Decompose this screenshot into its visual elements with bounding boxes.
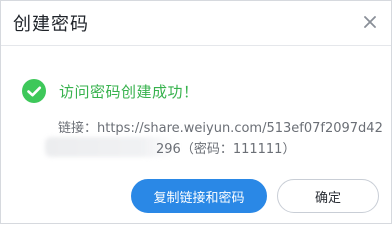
share-link-line2: 296（密码：111111） xyxy=(58,138,295,157)
create-password-dialog: 创建密码 访问密码创建成功！ 链接：https://share.weiyun.c… xyxy=(0,0,392,224)
share-link-line1: 链接：https://share.weiyun.com/513ef07f2097… xyxy=(58,121,383,136)
dialog-title: 创建密码 xyxy=(13,14,89,35)
title-divider xyxy=(1,45,391,46)
close-icon[interactable] xyxy=(361,13,379,31)
confirm-button[interactable]: 确定 xyxy=(277,179,379,213)
share-link-line2-visible: 296（密码：111111） xyxy=(156,142,296,157)
success-message: 访问密码创建成功！ xyxy=(59,83,199,101)
check-circle-icon xyxy=(21,78,47,104)
copy-link-and-password-button[interactable]: 复制链接和密码 xyxy=(131,179,267,213)
